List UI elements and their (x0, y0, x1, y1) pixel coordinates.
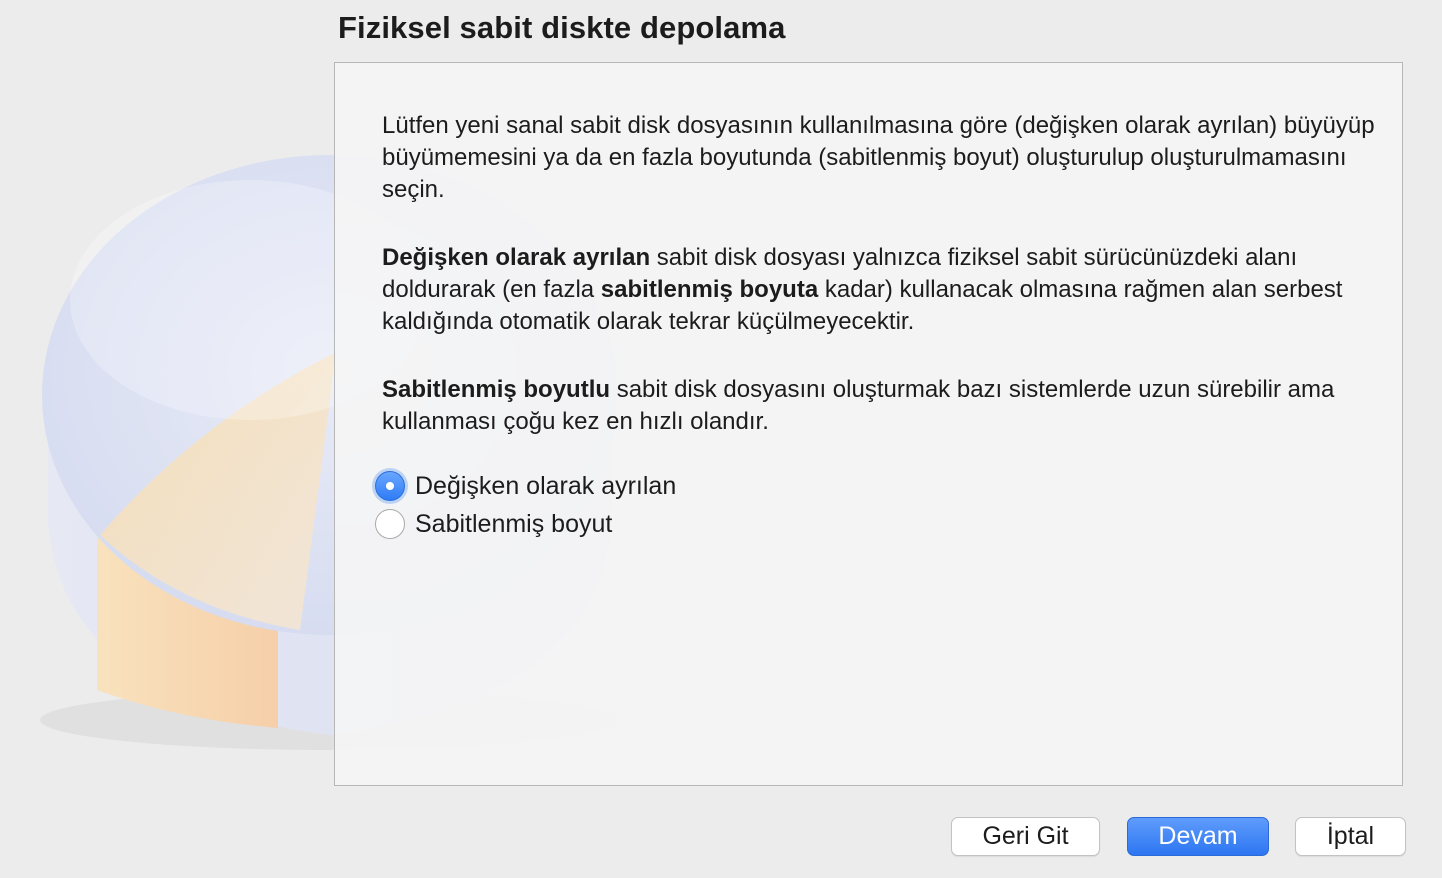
option-dynamic-label[interactable]: Değişken olarak ayrılan (415, 472, 676, 501)
fixed-term: Sabitlenmiş boyutlu (382, 376, 611, 403)
radio-fixed[interactable] (375, 509, 405, 539)
dynamic-explanation-paragraph: Değişken olarak ayrılan sabit disk dosya… (382, 242, 1382, 338)
option-fixed-label[interactable]: Sabitlenmiş boyut (415, 510, 612, 539)
intro-paragraph: Lütfen yeni sanal sabit disk dosyasının … (382, 112, 1375, 203)
option-fixed[interactable]: Sabitlenmiş boyut (375, 505, 676, 543)
continue-button[interactable]: Devam (1127, 817, 1269, 856)
cancel-button[interactable]: İptal (1295, 817, 1406, 856)
dynamic-term: Değişken olarak ayrılan (382, 244, 651, 271)
fixed-size-term: sabitlenmiş boyuta (600, 276, 819, 303)
back-button[interactable]: Geri Git (951, 817, 1100, 856)
page-title: Fiziksel sabit diskte depolama (338, 10, 786, 45)
allocation-radio-group: Değişken olarak ayrılan Sabitlenmiş boyu… (375, 467, 676, 543)
radio-dynamic-selected[interactable] (375, 471, 405, 501)
description-block: Lütfen yeni sanal sabit disk dosyasının … (382, 110, 1382, 474)
option-dynamic[interactable]: Değişken olarak ayrılan (375, 467, 676, 505)
fixed-explanation-paragraph: Sabitlenmiş boyutlu sabit disk dosyasını… (382, 374, 1382, 438)
content-panel: Lütfen yeni sanal sabit disk dosyasının … (334, 62, 1403, 786)
